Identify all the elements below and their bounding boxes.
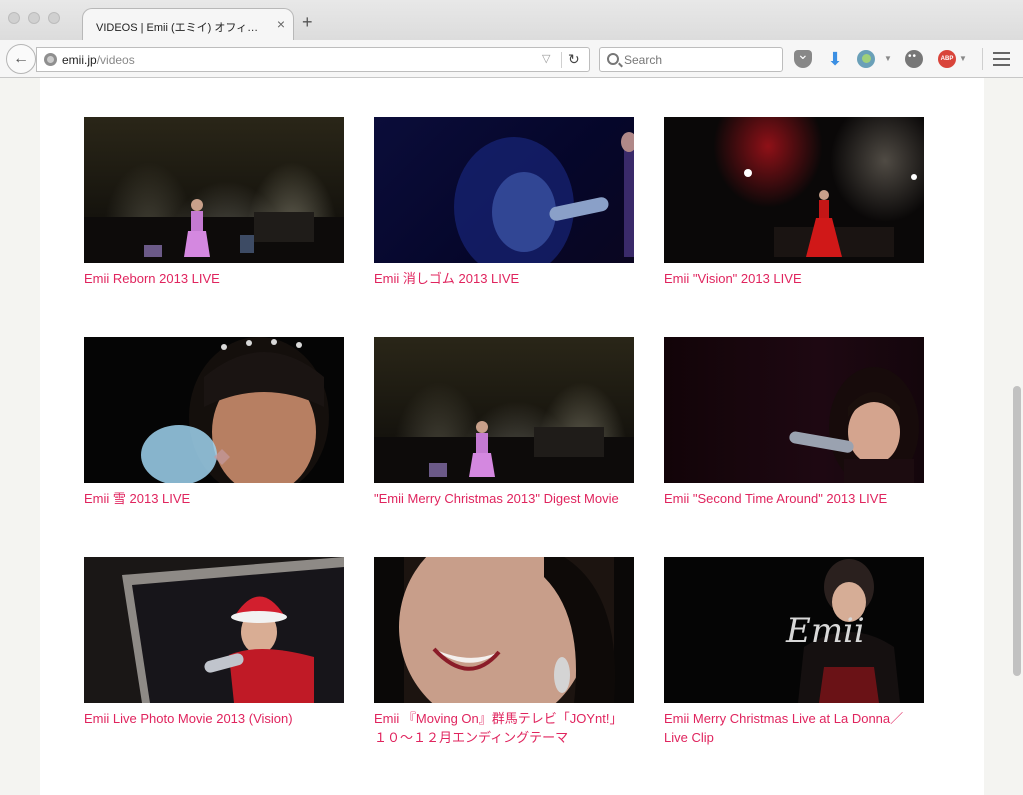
url-host: emii.jp: [62, 53, 97, 67]
video-item[interactable]: Emii Reborn 2013 LIVE: [84, 117, 344, 288]
hamburger-menu-icon[interactable]: [993, 52, 1010, 66]
zoom-window-button[interactable]: [48, 12, 60, 24]
singer-art: [789, 367, 919, 483]
reload-icon[interactable]: ↻: [568, 51, 580, 68]
video-title[interactable]: Emii 雪 2013 LIVE: [84, 489, 344, 508]
tab-close-icon[interactable]: ×: [277, 16, 285, 32]
url-path: /videos: [96, 53, 135, 67]
video-thumbnail[interactable]: [84, 337, 344, 483]
pocket-icon[interactable]: [794, 46, 812, 68]
video-item[interactable]: Emii 『Moving On』群馬テレビ「JOYnt!」１０〜１２月エンディン…: [374, 557, 634, 747]
close-window-button[interactable]: [8, 12, 20, 24]
video-title[interactable]: "Emii Merry Christmas 2013" Digest Movie: [374, 489, 634, 508]
navigation-toolbar: emii.jp/videos ▽ ↻ ← ⬇ ▼ ABP ▼: [0, 40, 1023, 78]
video-title[interactable]: Emii "Vision" 2013 LIVE: [664, 269, 924, 288]
url-divider: [561, 52, 562, 68]
video-title[interactable]: Emii 消しゴム 2013 LIVE: [374, 269, 634, 288]
chat-icon[interactable]: [905, 50, 923, 68]
tab-title: VIDEOS | Emii (エミイ) オフィシャ…: [96, 22, 264, 34]
video-title[interactable]: Emii "Second Time Around" 2013 LIVE: [664, 489, 924, 508]
url-text[interactable]: emii.jp/videos: [62, 53, 135, 67]
scrollbar-thumb[interactable]: [1013, 386, 1021, 676]
video-item[interactable]: Emii "Second Time Around" 2013 LIVE: [664, 337, 924, 508]
video-thumbnail[interactable]: [374, 337, 634, 483]
video-thumbnail[interactable]: [374, 557, 634, 703]
url-history-dropdown-icon[interactable]: ▽: [542, 52, 550, 65]
back-button[interactable]: ←: [6, 44, 36, 74]
emii-logo-text: Emii: [785, 611, 865, 651]
video-item[interactable]: Emii Live Photo Movie 2013 (Vision): [84, 557, 344, 728]
closeup-art: [141, 337, 329, 483]
adblock-dropdown-icon[interactable]: ▼: [959, 54, 967, 63]
url-bar[interactable]: emii.jp/videos ▽ ↻: [36, 47, 590, 72]
minimize-window-button[interactable]: [28, 12, 40, 24]
stage-art: [374, 421, 634, 483]
video-thumbnail[interactable]: [84, 117, 344, 263]
adblock-icon[interactable]: ABP: [938, 50, 956, 68]
page-viewport: Emii Reborn 2013 LIVE Emii 消しゴム 2013 LIV…: [0, 78, 1023, 795]
browser-tab-active[interactable]: VIDEOS | Emii (エミイ) オフィシャ… ×: [82, 8, 294, 42]
video-title[interactable]: Emii 『Moving On』群馬テレビ「JOYnt!」１０〜１２月エンディン…: [374, 709, 634, 747]
video-thumbnail[interactable]: Emii: [664, 557, 924, 703]
addon-globe-icon[interactable]: [857, 50, 875, 68]
search-icon: [607, 53, 619, 65]
video-title[interactable]: Emii Reborn 2013 LIVE: [84, 269, 344, 288]
search-input[interactable]: [624, 48, 774, 71]
new-tab-button[interactable]: +: [302, 13, 313, 31]
addon-dropdown-icon[interactable]: ▼: [884, 54, 892, 63]
video-title[interactable]: Emii Live Photo Movie 2013 (Vision): [84, 709, 344, 728]
video-item[interactable]: Emii 消しゴム 2013 LIVE: [374, 117, 634, 288]
download-icon[interactable]: ⬇: [826, 50, 844, 68]
search-bar[interactable]: [599, 47, 783, 72]
video-item[interactable]: Emii Emii Merry Christmas Live at La Don…: [664, 557, 924, 747]
browser-titlebar: VIDEOS | Emii (エミイ) オフィシャ… × +: [0, 0, 1023, 42]
stage-art: [744, 169, 917, 257]
photo-art: [122, 557, 344, 703]
video-title[interactable]: Emii Merry Christmas Live at La Donna／Li…: [664, 709, 924, 747]
video-item[interactable]: Emii 雪 2013 LIVE: [84, 337, 344, 508]
video-item[interactable]: Emii "Vision" 2013 LIVE: [664, 117, 924, 288]
video-thumbnail[interactable]: [664, 337, 924, 483]
video-thumbnail[interactable]: [374, 117, 634, 263]
logo-art: Emii: [785, 559, 900, 703]
video-item[interactable]: "Emii Merry Christmas 2013" Digest Movie: [374, 337, 634, 508]
closeup-art: [399, 557, 616, 703]
toolbar-divider: [982, 48, 983, 70]
stage-art: [84, 199, 344, 263]
video-thumbnail[interactable]: [84, 557, 344, 703]
closeup-art: [454, 132, 634, 263]
video-thumbnail[interactable]: [664, 117, 924, 263]
globe-icon: [44, 53, 57, 66]
